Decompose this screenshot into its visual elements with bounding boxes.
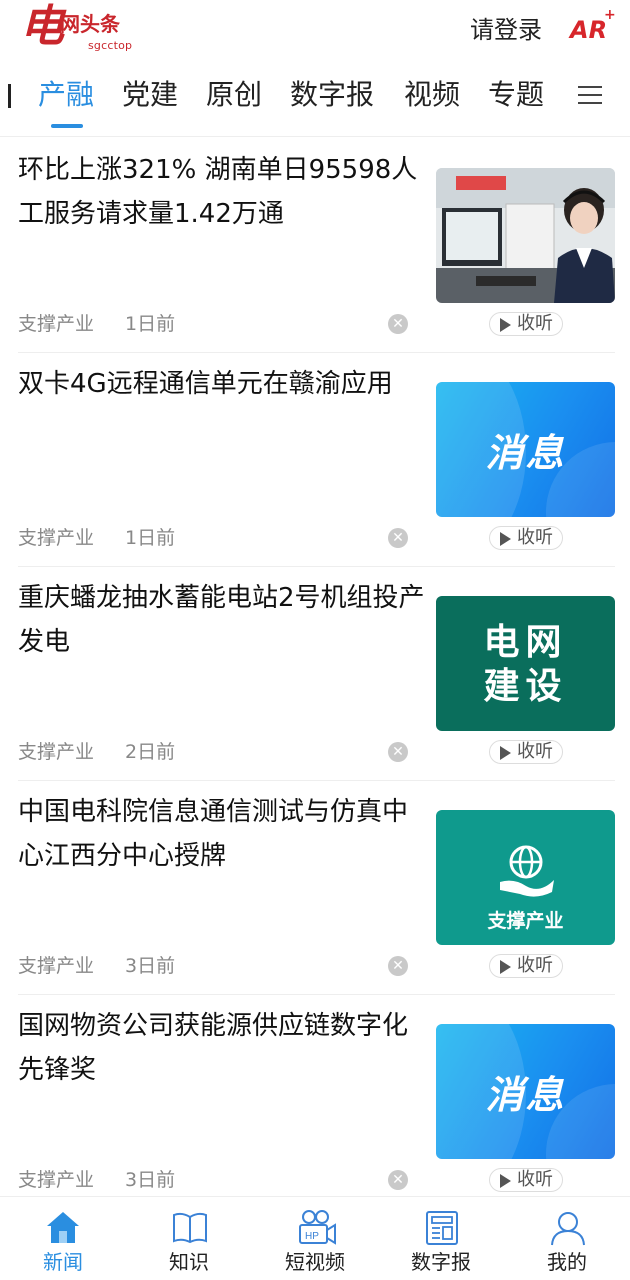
news-item[interactable]: 重庆蟠龙抽水蓄能电站2号机组投产发电 电网 建设 支撑产业 2日前 ✕ 收听 bbox=[0, 576, 630, 789]
tab-scroll-edge bbox=[8, 84, 11, 108]
dismiss-icon[interactable]: ✕ bbox=[388, 314, 408, 334]
news-item[interactable]: 双卡4G远程通信单元在赣渝应用 消息 支撑产业 1日前 ✕ 收听 bbox=[0, 362, 630, 575]
news-time: 1日前 bbox=[125, 527, 176, 549]
tab-dangjian[interactable]: 党建 bbox=[122, 76, 178, 114]
news-source: 支撑产业 bbox=[18, 1169, 95, 1191]
news-source: 支撑产业 bbox=[18, 955, 95, 977]
nav-label: 新闻 bbox=[43, 1250, 83, 1274]
nav-label: 知识 bbox=[169, 1250, 209, 1274]
bottom-nav: 新闻 知识 HP 短视频 数字报 我的 bbox=[0, 1196, 630, 1280]
logo-subtext: sgcctop bbox=[88, 39, 133, 52]
tab-yuanchuang[interactable]: 原创 bbox=[206, 76, 262, 114]
listen-label: 收听 bbox=[517, 955, 553, 976]
news-thumbnail[interactable]: 消息 bbox=[436, 382, 615, 517]
nav-profile[interactable]: 我的 bbox=[517, 1197, 617, 1280]
header-divider bbox=[0, 136, 630, 137]
user-icon bbox=[551, 1212, 585, 1246]
play-icon bbox=[500, 960, 511, 974]
item-divider bbox=[18, 994, 615, 995]
nav-news[interactable]: 新闻 bbox=[13, 1197, 113, 1280]
news-title[interactable]: 中国电科院信息通信测试与仿真中心江西分中心授牌 bbox=[18, 790, 432, 878]
play-icon bbox=[500, 746, 511, 760]
item-divider bbox=[18, 780, 615, 781]
news-source: 支撑产业 bbox=[18, 313, 95, 335]
book-icon bbox=[173, 1212, 207, 1244]
nav-label: 数字报 bbox=[411, 1250, 471, 1274]
item-divider bbox=[18, 566, 615, 567]
nav-label: 短视频 bbox=[285, 1250, 345, 1274]
logo-main-char: 电 bbox=[20, 1, 64, 52]
login-button[interactable]: 请登录 bbox=[470, 14, 542, 46]
listen-label: 收听 bbox=[517, 313, 553, 334]
news-item[interactable]: 环比上涨321% 湖南单日95598人工服务请求量1.42万通 支撑产业 1日前… bbox=[0, 148, 630, 361]
thumbnail-label: 消息 bbox=[485, 431, 566, 475]
news-title[interactable]: 国网物资公司获能源供应链数字化先锋奖 bbox=[18, 1004, 432, 1092]
nav-short-video[interactable]: HP 短视频 bbox=[265, 1197, 365, 1280]
listen-button[interactable]: 收听 bbox=[489, 954, 563, 978]
listen-button[interactable]: 收听 bbox=[489, 1168, 563, 1192]
dismiss-icon[interactable]: ✕ bbox=[388, 742, 408, 762]
news-thumbnail[interactable] bbox=[436, 168, 615, 303]
logo-text: 网头条 bbox=[60, 12, 120, 36]
item-divider bbox=[18, 352, 615, 353]
nav-knowledge[interactable]: 知识 bbox=[139, 1197, 239, 1280]
menu-icon[interactable] bbox=[578, 86, 602, 106]
news-time: 3日前 bbox=[125, 955, 176, 977]
tab-zhuanti[interactable]: 专题 bbox=[488, 76, 544, 114]
tab-shipin[interactable]: 视频 bbox=[404, 76, 460, 114]
app-logo[interactable]: 电 网头条 sgcctop bbox=[20, 1, 135, 58]
news-item[interactable]: 中国电科院信息通信测试与仿真中心江西分中心授牌 支撑产业 支撑产业 3日前 ✕ … bbox=[0, 790, 630, 1003]
news-time: 2日前 bbox=[125, 741, 176, 763]
news-title[interactable]: 环比上涨321% 湖南单日95598人工服务请求量1.42万通 bbox=[18, 148, 432, 236]
video-camera-icon: HP bbox=[299, 1210, 336, 1245]
ar-button[interactable]: AR bbox=[570, 14, 607, 46]
globe-hand-icon bbox=[500, 845, 554, 897]
listen-label: 收听 bbox=[517, 1169, 553, 1190]
active-tab-indicator bbox=[51, 124, 83, 128]
ar-plus-icon: + bbox=[604, 7, 616, 23]
news-thumbnail[interactable]: 支撑产业 bbox=[436, 810, 615, 945]
listen-button[interactable]: 收听 bbox=[489, 740, 563, 764]
listen-button[interactable]: 收听 bbox=[489, 312, 563, 336]
thumbnail-label: 建设 bbox=[483, 666, 568, 707]
news-title[interactable]: 双卡4G远程通信单元在赣渝应用 bbox=[18, 362, 432, 406]
dismiss-icon[interactable]: ✕ bbox=[388, 528, 408, 548]
listen-button[interactable]: 收听 bbox=[489, 526, 563, 550]
news-thumbnail[interactable]: 电网 建设 bbox=[436, 596, 615, 731]
news-title[interactable]: 重庆蟠龙抽水蓄能电站2号机组投产发电 bbox=[18, 576, 432, 664]
news-time: 3日前 bbox=[125, 1169, 176, 1191]
listen-label: 收听 bbox=[517, 741, 553, 762]
play-icon bbox=[500, 1174, 511, 1188]
play-icon bbox=[500, 532, 511, 546]
news-source: 支撑产业 bbox=[18, 741, 95, 763]
tab-chanrong[interactable]: 产融 bbox=[38, 76, 94, 114]
thumbnail-label: 支撑产业 bbox=[487, 910, 564, 932]
nav-label: 我的 bbox=[547, 1250, 587, 1274]
channel-tabs: 产融 党建 原创 数字报 视频 专题 bbox=[0, 66, 630, 132]
newspaper-icon bbox=[426, 1211, 458, 1245]
news-thumbnail[interactable]: 消息 bbox=[436, 1024, 615, 1159]
tab-shuzibao[interactable]: 数字报 bbox=[290, 76, 374, 114]
svg-text:HP: HP bbox=[305, 1231, 319, 1242]
play-icon bbox=[500, 318, 511, 332]
dismiss-icon[interactable]: ✕ bbox=[388, 1170, 408, 1190]
news-item[interactable]: 国网物资公司获能源供应链数字化先锋奖 消息 支撑产业 3日前 ✕ 收听 bbox=[0, 1004, 630, 1217]
dismiss-icon[interactable]: ✕ bbox=[388, 956, 408, 976]
news-time: 1日前 bbox=[125, 313, 176, 335]
nav-digital-paper[interactable]: 数字报 bbox=[391, 1197, 491, 1280]
listen-label: 收听 bbox=[517, 527, 553, 548]
news-source: 支撑产业 bbox=[18, 527, 95, 549]
home-icon bbox=[47, 1212, 79, 1243]
thumbnail-label: 电网 bbox=[483, 622, 568, 663]
app-header: 电 网头条 sgcctop 请登录 AR + bbox=[0, 0, 630, 62]
thumbnail-label: 消息 bbox=[485, 1073, 566, 1117]
